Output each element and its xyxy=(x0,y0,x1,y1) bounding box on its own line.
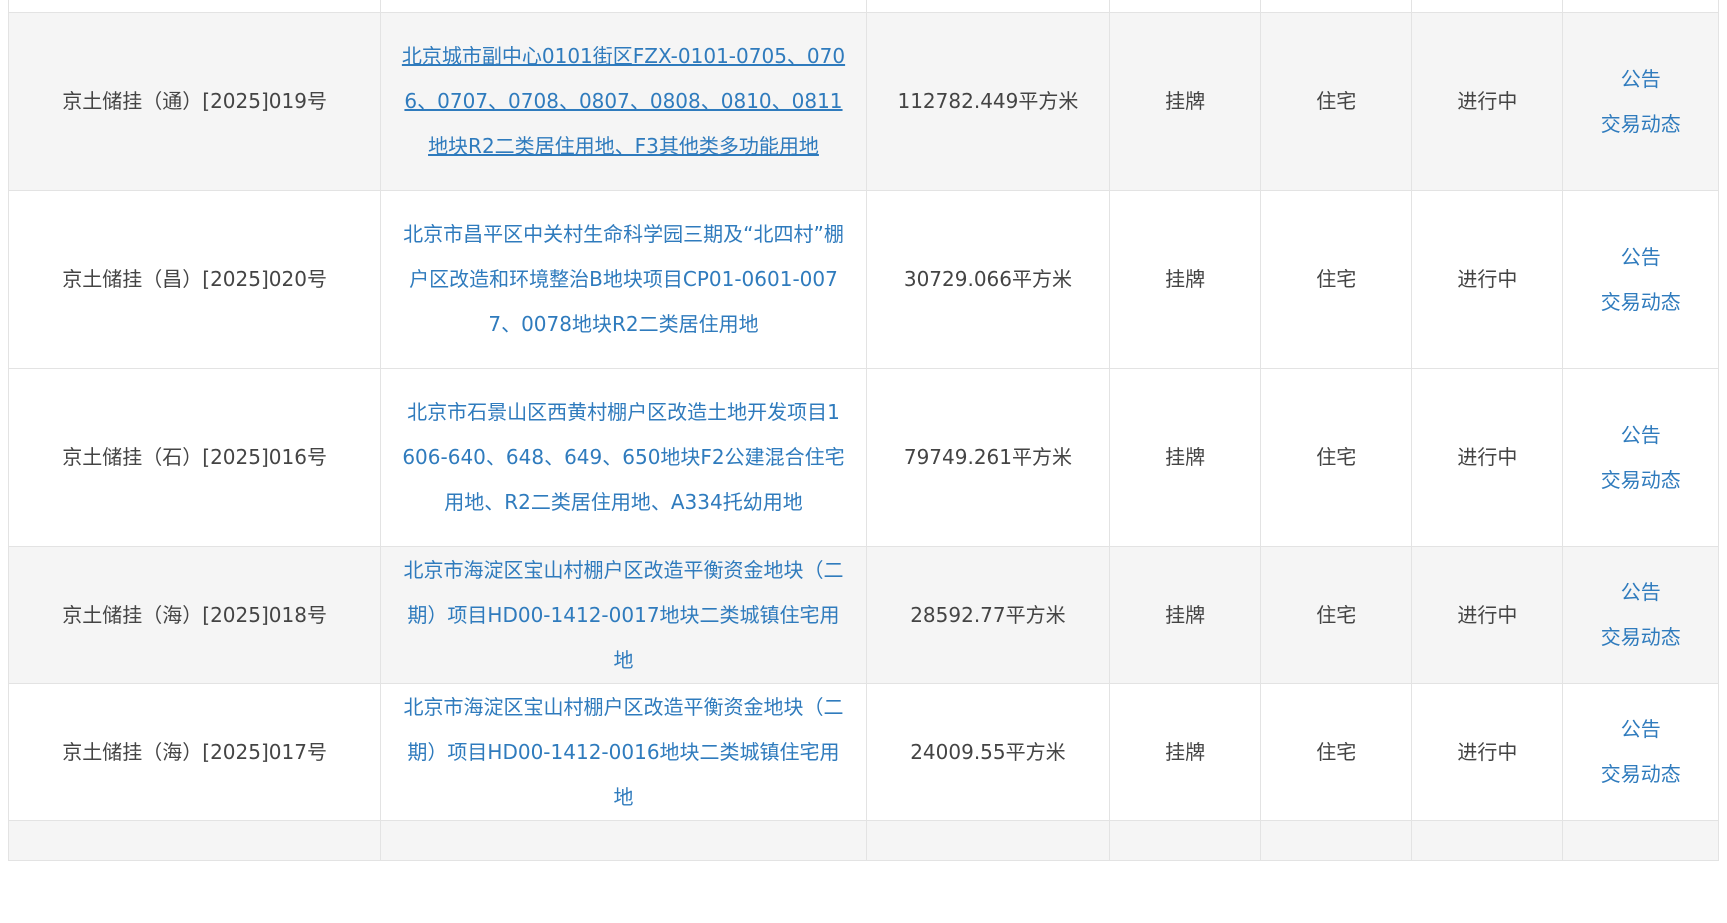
land-area: 28592.77平方米 xyxy=(865,546,1111,684)
transaction-method: 挂牌 xyxy=(1109,12,1262,191)
table-row: 京土储挂（昌）[2025]020号 北京市昌平区中关村生命科学园三期及“北四村”… xyxy=(7,190,1719,369)
transaction-method: 挂牌 xyxy=(1109,683,1262,821)
table-row: 京土储挂（海）[2025]017号 北京市海淀区宝山村棚户区改造平衡资金地块（二… xyxy=(7,683,1719,821)
land-code: 京土储挂（海）[2025]017号 xyxy=(7,683,382,821)
land-name-cell: 北京市石景山区西黄村棚户区改造土地开发项目1606-640、648、649、65… xyxy=(380,368,867,547)
land-use: 住宅 xyxy=(1260,368,1413,547)
table-row: 京土储挂（通）[2025]019号 北京城市副中心0101街区FZX-0101-… xyxy=(7,12,1719,191)
land-area: 112782.449平方米 xyxy=(865,12,1111,191)
transaction-method: 挂牌 xyxy=(1109,368,1262,547)
land-code: 京土储挂（通）[2025]019号 xyxy=(7,12,382,191)
land-name-cell: 北京市海淀区宝山村棚户区改造平衡资金地块（二期）项目HD00-1412-0016… xyxy=(380,683,867,821)
actions-cell: 公告 交易动态 xyxy=(1562,683,1719,821)
land-name-link[interactable]: 北京市海淀区宝山村棚户区改造平衡资金地块（二期）项目HD00-1412-0017… xyxy=(403,558,843,672)
status-text: 进行中 xyxy=(1411,368,1564,547)
land-listing-table: 京土储挂（通）[2025]019号 北京城市副中心0101街区FZX-0101-… xyxy=(7,0,1719,861)
table-row-partial-top xyxy=(7,0,1719,13)
land-name-cell: 北京市昌平区中关村生命科学园三期及“北四村”棚户区改造和环境整治B地块项目CP0… xyxy=(380,190,867,369)
land-code: 京土储挂（石）[2025]016号 xyxy=(7,368,382,547)
trade-dynamics-link[interactable]: 交易动态 xyxy=(1583,280,1698,325)
land-name-link[interactable]: 北京市昌平区中关村生命科学园三期及“北四村”棚户区改造和环境整治B地块项目CP0… xyxy=(403,222,844,336)
trade-dynamics-link[interactable]: 交易动态 xyxy=(1583,615,1698,660)
land-area: 79749.261平方米 xyxy=(865,368,1111,547)
notice-link[interactable]: 公告 xyxy=(1583,707,1698,752)
notice-link[interactable]: 公告 xyxy=(1583,570,1698,615)
actions-cell: 公告 交易动态 xyxy=(1562,190,1719,369)
actions-cell: 公告 交易动态 xyxy=(1562,546,1719,684)
land-use: 住宅 xyxy=(1260,546,1413,684)
land-name-cell: 北京城市副中心0101街区FZX-0101-0705、0706、0707、070… xyxy=(380,12,867,191)
land-area: 30729.066平方米 xyxy=(865,190,1111,369)
land-use: 住宅 xyxy=(1260,190,1413,369)
table-row-partial-bottom xyxy=(7,820,1719,861)
notice-link[interactable]: 公告 xyxy=(1583,413,1698,458)
land-code: 京土储挂（海）[2025]018号 xyxy=(7,546,382,684)
status-text: 进行中 xyxy=(1411,546,1564,684)
transaction-method: 挂牌 xyxy=(1109,546,1262,684)
land-name-link[interactable]: 北京市石景山区西黄村棚户区改造土地开发项目1606-640、648、649、65… xyxy=(402,400,844,514)
status-text: 进行中 xyxy=(1411,12,1564,191)
table-row: 京土储挂（海）[2025]018号 北京市海淀区宝山村棚户区改造平衡资金地块（二… xyxy=(7,546,1719,684)
land-use: 住宅 xyxy=(1260,683,1413,821)
land-name-link[interactable]: 北京市海淀区宝山村棚户区改造平衡资金地块（二期）项目HD00-1412-0016… xyxy=(403,695,843,809)
land-code: 京土储挂（昌）[2025]020号 xyxy=(7,190,382,369)
status-text: 进行中 xyxy=(1411,190,1564,369)
trade-dynamics-link[interactable]: 交易动态 xyxy=(1583,752,1698,797)
land-use: 住宅 xyxy=(1260,12,1413,191)
land-name-cell: 北京市海淀区宝山村棚户区改造平衡资金地块（二期）项目HD00-1412-0017… xyxy=(380,546,867,684)
actions-cell: 公告 交易动态 xyxy=(1562,12,1719,191)
notice-link[interactable]: 公告 xyxy=(1583,57,1698,102)
table-row: 京土储挂（石）[2025]016号 北京市石景山区西黄村棚户区改造土地开发项目1… xyxy=(7,368,1719,547)
status-text: 进行中 xyxy=(1411,683,1564,821)
notice-link[interactable]: 公告 xyxy=(1583,235,1698,280)
land-name-link[interactable]: 北京城市副中心0101街区FZX-0101-0705、0706、0707、070… xyxy=(402,44,845,158)
trade-dynamics-link[interactable]: 交易动态 xyxy=(1583,102,1698,147)
trade-dynamics-link[interactable]: 交易动态 xyxy=(1583,458,1698,503)
actions-cell: 公告 交易动态 xyxy=(1562,368,1719,547)
transaction-method: 挂牌 xyxy=(1109,190,1262,369)
land-area: 24009.55平方米 xyxy=(865,683,1111,821)
